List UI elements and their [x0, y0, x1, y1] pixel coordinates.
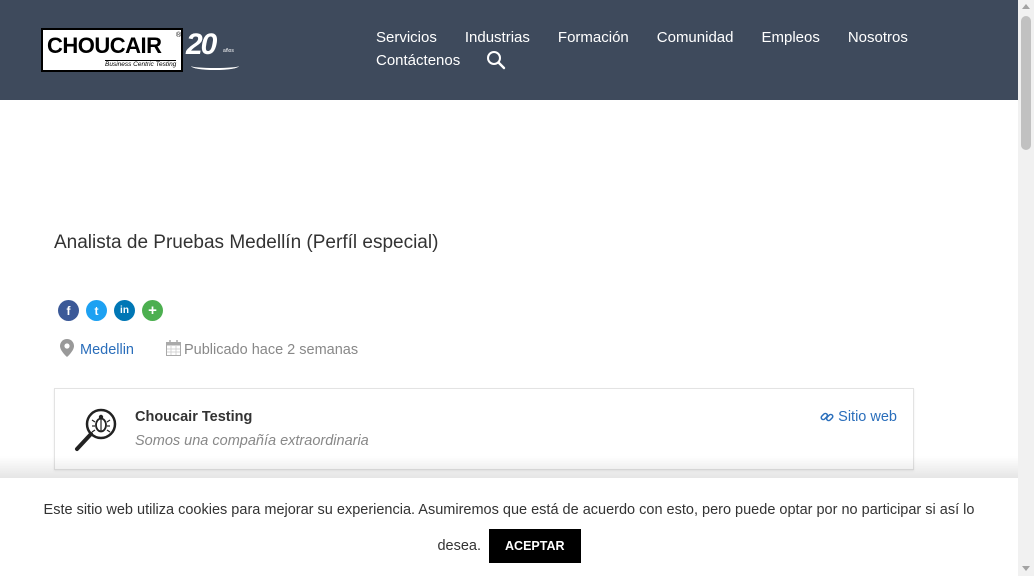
accept-cookies-button[interactable]: ACEPTAR	[489, 529, 581, 564]
company-name: Choucair Testing	[135, 409, 253, 425]
twitter-share-icon[interactable]: t	[86, 300, 107, 321]
logo-box: CHOUCAIR ® Business Centric Testing	[41, 28, 183, 72]
facebook-share-icon[interactable]: f	[58, 300, 79, 321]
company-tagline: Somos una compañía extraordinaria	[135, 433, 369, 449]
calendar-icon	[166, 340, 181, 360]
nav-item-comunidad[interactable]: Comunidad	[657, 29, 734, 46]
linkedin-share-icon[interactable]: in	[114, 300, 135, 321]
nav-item-servicios[interactable]: Servicios	[376, 29, 437, 46]
company-website-label: Sitio web	[838, 409, 897, 425]
nav-item-contactenos[interactable]: Contáctenos	[376, 52, 460, 69]
cookie-message-container: Este sitio web utiliza cookies para mejo…	[22, 492, 996, 564]
bug-magnifier-icon	[71, 405, 121, 455]
scroll-down-arrow-icon[interactable]	[1022, 566, 1030, 571]
logo-anniversary: 20	[186, 28, 217, 61]
nav-item-industrias[interactable]: Industrias	[465, 29, 530, 46]
scroll-up-arrow-icon[interactable]	[1022, 4, 1030, 9]
job-meta: Medellin Publicado hace 2 semanas	[60, 339, 358, 361]
nav-row-1: Servicios Industrias Formación Comunidad…	[376, 26, 936, 48]
main-nav: Servicios Industrias Formación Comunidad…	[376, 26, 936, 72]
logo-brand: CHOUCAIR	[47, 33, 162, 58]
scrollbar-thumb[interactable]	[1021, 16, 1031, 150]
logo-tagline: Business Centric Testing	[105, 60, 177, 68]
logo-anniversary-sub: años	[223, 48, 234, 54]
logo-registered: ®	[176, 32, 182, 39]
map-marker-icon	[60, 339, 74, 361]
nav-row-2: Contáctenos	[376, 49, 936, 71]
link-icon	[820, 410, 834, 424]
page: CHOUCAIR ® Business Centric Testing 20 a…	[0, 0, 1034, 576]
nav-item-nosotros[interactable]: Nosotros	[848, 29, 908, 46]
company-website-link[interactable]: Sitio web	[820, 409, 897, 425]
nav-item-formacion[interactable]: Formación	[558, 29, 629, 46]
job-title: Analista de Pruebas Medellín (Perfíl esp…	[54, 232, 439, 253]
job-published-date: Publicado hace 2 semanas	[184, 342, 359, 358]
cookie-banner: Este sitio web utiliza cookies para mejo…	[0, 478, 1018, 576]
nav-item-empleos[interactable]: Empleos	[761, 29, 819, 46]
share-buttons: f t in +	[58, 300, 170, 321]
choucair-logo[interactable]: CHOUCAIR ® Business Centric Testing 20 a…	[41, 28, 241, 74]
logo-swoosh	[191, 62, 239, 70]
job-location-link[interactable]: Medellin	[80, 342, 134, 358]
cookie-banner-shadow	[0, 456, 1018, 478]
scrollbar[interactable]	[1018, 0, 1034, 576]
site-header: CHOUCAIR ® Business Centric Testing 20 a…	[0, 0, 1018, 100]
more-share-icon[interactable]: +	[142, 300, 163, 321]
search-icon[interactable]	[486, 50, 506, 70]
